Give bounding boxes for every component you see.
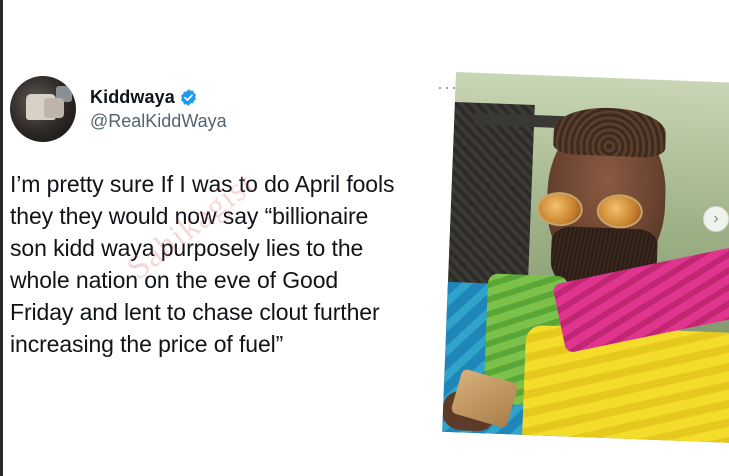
author-names: Kiddwaya @RealKiddWaya [90, 87, 227, 132]
avatar[interactable] [10, 76, 76, 142]
left-border [0, 0, 3, 476]
display-name[interactable]: Kiddwaya [90, 87, 175, 108]
verified-badge-icon [180, 88, 196, 106]
chevron-right-icon: › [713, 210, 719, 227]
post-frame: Kiddwaya @RealKiddWaya ··· I’m pretty su… [0, 0, 729, 476]
tweet-text: I’m pretty sure If I was to do April foo… [10, 171, 395, 357]
display-name-row: Kiddwaya [90, 87, 227, 108]
photo-hair [552, 105, 667, 159]
user-handle[interactable]: @RealKiddWaya [90, 111, 227, 132]
tweet-author-row: Kiddwaya @RealKiddWaya [10, 76, 460, 142]
carousel-next-button[interactable]: › [703, 206, 729, 232]
tweet-photo[interactable] [442, 72, 729, 443]
avatar-seat-back [44, 98, 64, 118]
tweet-card: Kiddwaya @RealKiddWaya ··· I’m pretty su… [10, 76, 460, 360]
photo-robe-yellow [521, 324, 729, 443]
